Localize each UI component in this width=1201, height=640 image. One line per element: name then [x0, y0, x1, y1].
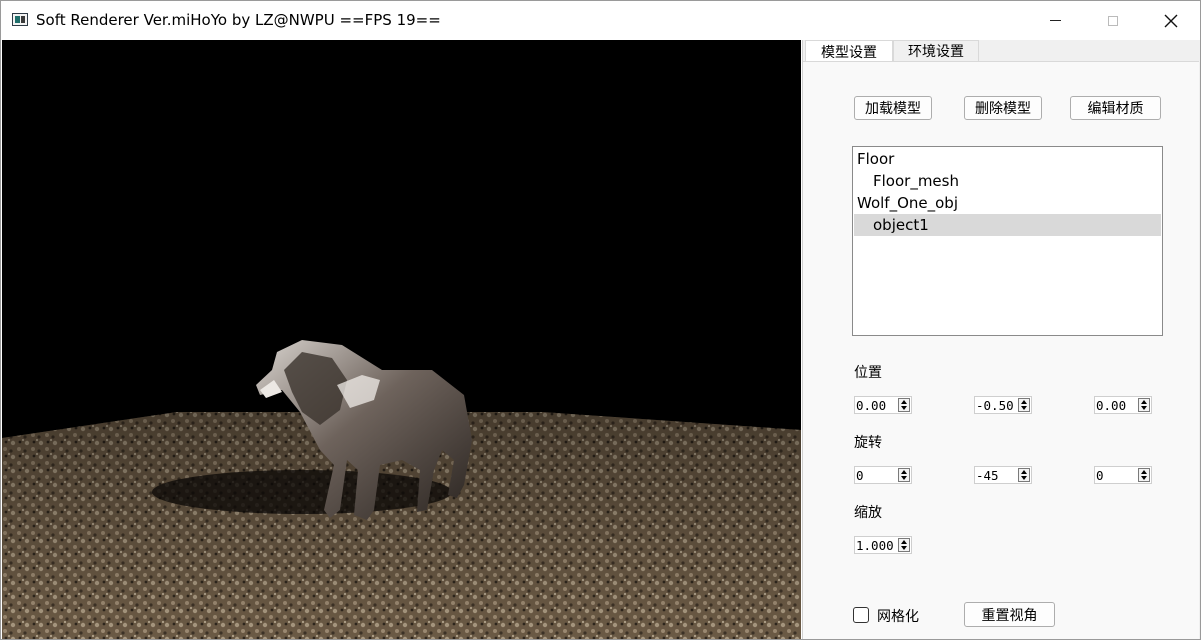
scale-label: 缩放 [854, 505, 882, 521]
position-label: 位置 [854, 365, 882, 381]
minimize-button[interactable] [1026, 1, 1084, 40]
rendered-scene [2, 340, 801, 639]
rotation-x-spinbox[interactable]: 0 [854, 466, 912, 484]
rotation-x-value: 0 [856, 468, 864, 483]
model-tree[interactable]: Floor Floor_mesh Wolf_One_obj object1 [852, 146, 1163, 336]
spin-arrows-icon[interactable] [1138, 468, 1150, 482]
edit-material-button[interactable]: 编辑材质 [1070, 96, 1161, 120]
spin-arrows-icon[interactable] [898, 538, 910, 552]
spin-arrows-icon[interactable] [1018, 398, 1030, 412]
spin-arrows-icon[interactable] [898, 398, 910, 412]
delete-model-button[interactable]: 删除模型 [964, 96, 1042, 120]
rotation-z-value: 0 [1096, 468, 1104, 483]
position-z-spinbox[interactable]: 0.00 [1094, 396, 1152, 414]
app-icon [12, 13, 28, 26]
spin-arrows-icon[interactable] [1018, 468, 1030, 482]
rotation-z-spinbox[interactable]: 0 [1094, 466, 1152, 484]
scale-spinbox[interactable]: 1.000 [854, 536, 912, 554]
reset-view-button[interactable]: 重置视角 [964, 602, 1055, 627]
title-bar[interactable]: Soft Renderer Ver.miHoYo by LZ@NWPU ==FP… [1, 1, 1200, 40]
model-settings-page: 加载模型 删除模型 编辑材质 Floor Floor_mesh Wolf_One… [803, 61, 1199, 639]
wireframe-checkbox[interactable] [853, 607, 869, 623]
minimize-icon [1049, 20, 1061, 21]
tree-item-selected[interactable]: object1 [854, 214, 1161, 236]
rotation-y-value: -45 [976, 468, 999, 483]
app-window: Soft Renderer Ver.miHoYo by LZ@NWPU ==FP… [0, 0, 1201, 640]
wireframe-label: 网格化 [877, 609, 919, 625]
position-x-spinbox[interactable]: 0.00 [854, 396, 912, 414]
render-viewport[interactable] [2, 40, 801, 639]
spin-arrows-icon[interactable] [1138, 398, 1150, 412]
spin-arrows-icon[interactable] [898, 468, 910, 482]
maximize-button[interactable] [1084, 1, 1142, 40]
tree-item[interactable]: Floor_mesh [854, 170, 1161, 192]
position-z-value: 0.00 [1096, 398, 1127, 413]
settings-panel: 模型设置 环境设置 加载模型 删除模型 编辑材质 Floor Floor_mes… [802, 40, 1200, 639]
window-title: Soft Renderer Ver.miHoYo by LZ@NWPU ==FP… [36, 11, 441, 29]
position-y-value: -0.50 [976, 398, 1014, 413]
position-x-value: 0.00 [856, 398, 887, 413]
rotation-y-spinbox[interactable]: -45 [974, 466, 1032, 484]
position-y-spinbox[interactable]: -0.50 [974, 396, 1032, 414]
tree-item[interactable]: Wolf_One_obj [854, 192, 1161, 214]
tab-environment-settings[interactable]: 环境设置 [893, 40, 979, 62]
tab-model-settings[interactable]: 模型设置 [805, 40, 893, 62]
scale-value: 1.000 [856, 538, 894, 553]
load-model-button[interactable]: 加载模型 [854, 96, 932, 120]
tree-item[interactable]: Floor [854, 148, 1161, 170]
rotation-label: 旋转 [854, 435, 882, 451]
close-button[interactable] [1142, 1, 1200, 40]
close-icon [1164, 14, 1178, 27]
maximize-icon [1108, 15, 1118, 26]
